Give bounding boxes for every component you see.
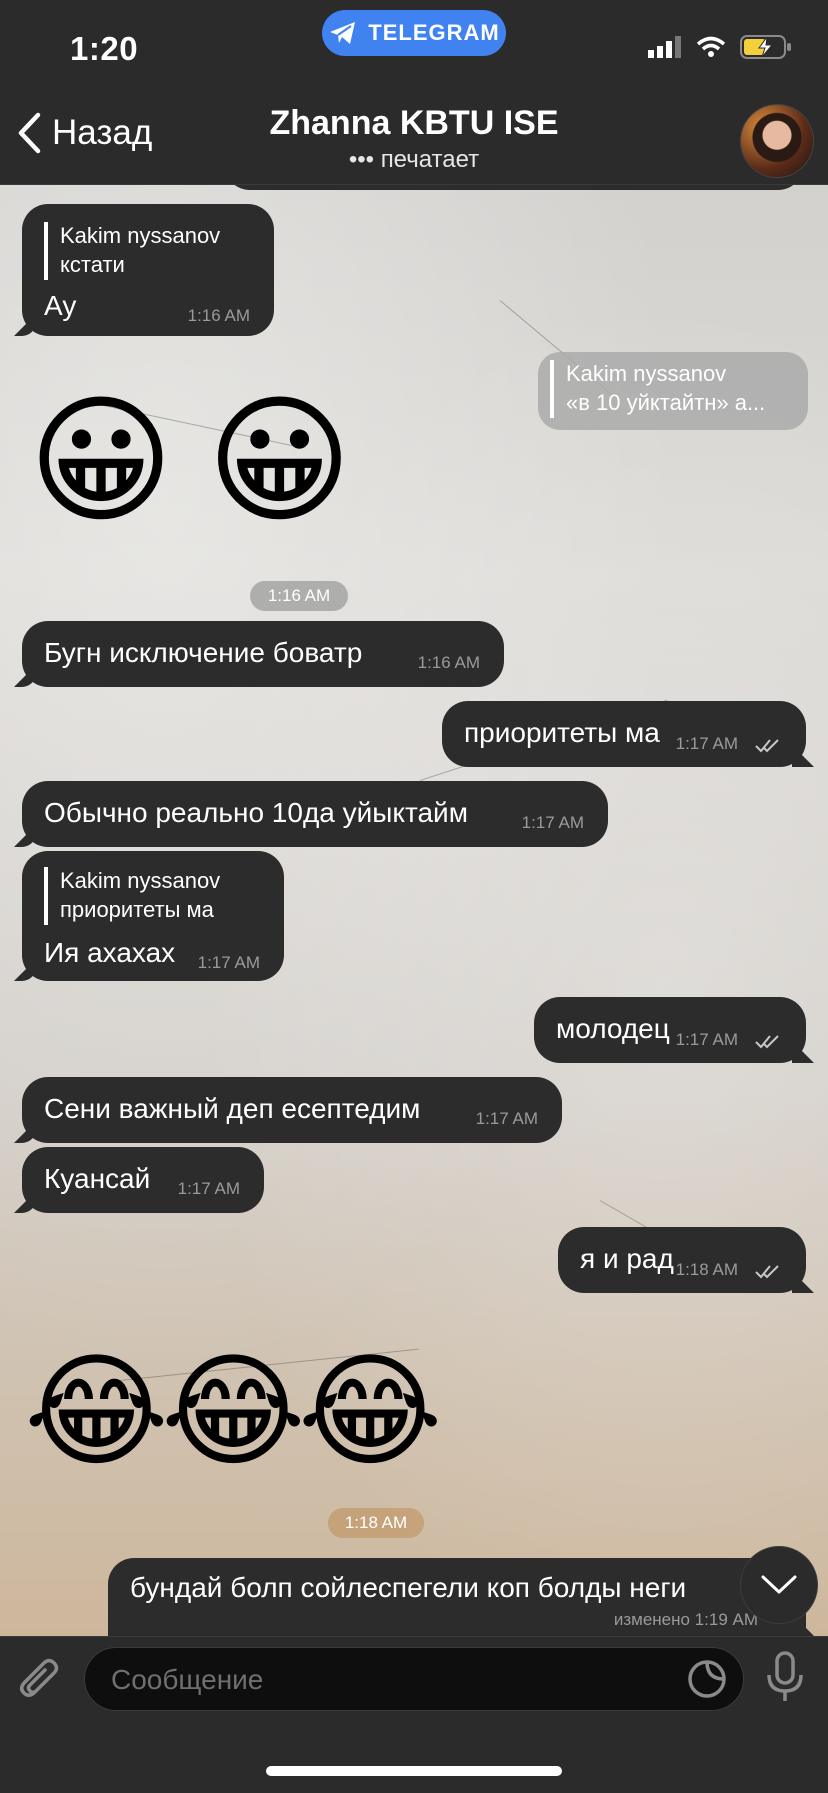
chat-title[interactable]: Zhanna KBTU ISE bbox=[0, 104, 828, 143]
avatar[interactable] bbox=[740, 104, 814, 178]
reply-quote[interactable]: Kakim nyssanov кстати bbox=[44, 222, 220, 280]
read-checkmarks-icon bbox=[755, 1265, 779, 1279]
chat-header: 1:20 TELEGRAM Назад Zhanna KBTU ISE ••• … bbox=[0, 0, 828, 185]
reply-text: кстати bbox=[60, 252, 125, 277]
message-text: Ау bbox=[44, 290, 77, 321]
message-time: 1:18 AM bbox=[675, 1260, 738, 1279]
typing-status: ••• печатает bbox=[348, 146, 480, 173]
chevron-down-icon bbox=[761, 1575, 797, 1594]
attachment-icon[interactable] bbox=[18, 1655, 64, 1705]
scroll-to-bottom-button[interactable] bbox=[740, 1546, 818, 1624]
microphone-icon[interactable] bbox=[766, 1651, 804, 1703]
read-checkmarks-icon bbox=[755, 1035, 779, 1049]
message-incoming[interactable]: Обычно реально 10да уйыктайм 1:17 AM bbox=[22, 781, 608, 847]
message-field[interactable] bbox=[84, 1647, 744, 1712]
reply-author: Kakim nyssanov bbox=[60, 868, 221, 893]
message-time: 1:17 AM bbox=[197, 953, 260, 972]
message-incoming[interactable]: Kakim nyssanov кстати Ау 1:16 AM bbox=[22, 204, 274, 336]
status-time: 1:20 bbox=[70, 30, 139, 67]
reply-quote[interactable]: Kakim nyssanov «в 10 уйктайтн» а... bbox=[550, 360, 796, 418]
message-time: 1:17 AM bbox=[475, 1109, 538, 1128]
message-outgoing[interactable]: приоритеты ма 1:17 AM bbox=[442, 701, 806, 767]
message-text: бундай болп сойлеспегели коп болды неги bbox=[130, 1572, 687, 1603]
message-text: я и рад bbox=[580, 1243, 674, 1274]
message-text: Бугн исключение боватр bbox=[44, 637, 363, 668]
message-time: 1:16 AM bbox=[187, 306, 250, 325]
cellular-signal-icon bbox=[648, 36, 681, 58]
message-outgoing-reply-preview[interactable]: Kakim nyssanov «в 10 уйктайтн» а... bbox=[538, 352, 808, 430]
message-incoming[interactable]: Куансай 1:17 AM bbox=[22, 1147, 264, 1213]
message-time: 1:16 AM bbox=[417, 653, 480, 672]
reply-author: Kakim nyssanov bbox=[60, 223, 221, 248]
battery-charging-icon bbox=[740, 35, 791, 59]
sticker-icon[interactable] bbox=[687, 1659, 727, 1699]
reply-quote[interactable]: Kakim nyssanov приоритеты ма bbox=[44, 867, 220, 925]
message-text: Обычно реально 10да уйыктайм bbox=[44, 797, 468, 828]
return-to-telegram-pill[interactable]: TELEGRAM bbox=[322, 10, 506, 56]
telegram-plane-icon bbox=[330, 22, 356, 44]
emoji-message-grinning[interactable]: 😀 😀 bbox=[28, 392, 352, 532]
message-time: 1:17 AM bbox=[521, 813, 584, 832]
emoji-message-tears-of-joy[interactable]: 😂😂😂 bbox=[24, 1350, 443, 1474]
status-icons bbox=[648, 34, 792, 60]
message-time: изменено 1:19 AM bbox=[613, 1610, 758, 1629]
reply-text: приоритеты ма bbox=[60, 897, 214, 922]
message-outgoing[interactable]: бундай болп сойлеспегели коп болды неги … bbox=[108, 1558, 806, 1636]
reply-author: Kakim nyssanov bbox=[566, 361, 727, 386]
message-time: 1:17 AM bbox=[675, 1030, 738, 1049]
message-input[interactable] bbox=[109, 1648, 633, 1712]
message-time: 1:17 AM bbox=[675, 734, 738, 753]
home-indicator bbox=[266, 1766, 562, 1776]
message-outgoing[interactable]: я и рад 1:18 AM bbox=[558, 1227, 806, 1293]
message-incoming[interactable]: Бугн исключение боватр 1:16 AM bbox=[22, 621, 504, 687]
pill-label: TELEGRAM bbox=[368, 20, 500, 45]
message-text: Сени важный деп есептедим bbox=[44, 1093, 421, 1124]
date-separator: 1:16 AM bbox=[250, 581, 348, 611]
message-time: 1:17 AM bbox=[177, 1179, 240, 1198]
message-text: Ия ахахах bbox=[44, 937, 176, 968]
date-separator: 1:18 AM bbox=[328, 1508, 424, 1538]
message-text: приоритеты ма bbox=[464, 717, 660, 748]
message-incoming[interactable]: Kakim nyssanov приоритеты ма Ия ахахах 1… bbox=[22, 851, 284, 981]
read-checkmarks-icon bbox=[755, 739, 779, 753]
wifi-icon bbox=[696, 36, 726, 57]
message-text: молодец bbox=[556, 1013, 670, 1044]
message-outgoing[interactable]: молодец 1:17 AM bbox=[534, 997, 806, 1063]
reply-text: «в 10 уйктайтн» а... bbox=[566, 390, 766, 415]
message-text: Куансай bbox=[44, 1163, 151, 1194]
message-incoming[interactable]: Сени важный деп есептедим 1:17 AM bbox=[22, 1077, 562, 1143]
